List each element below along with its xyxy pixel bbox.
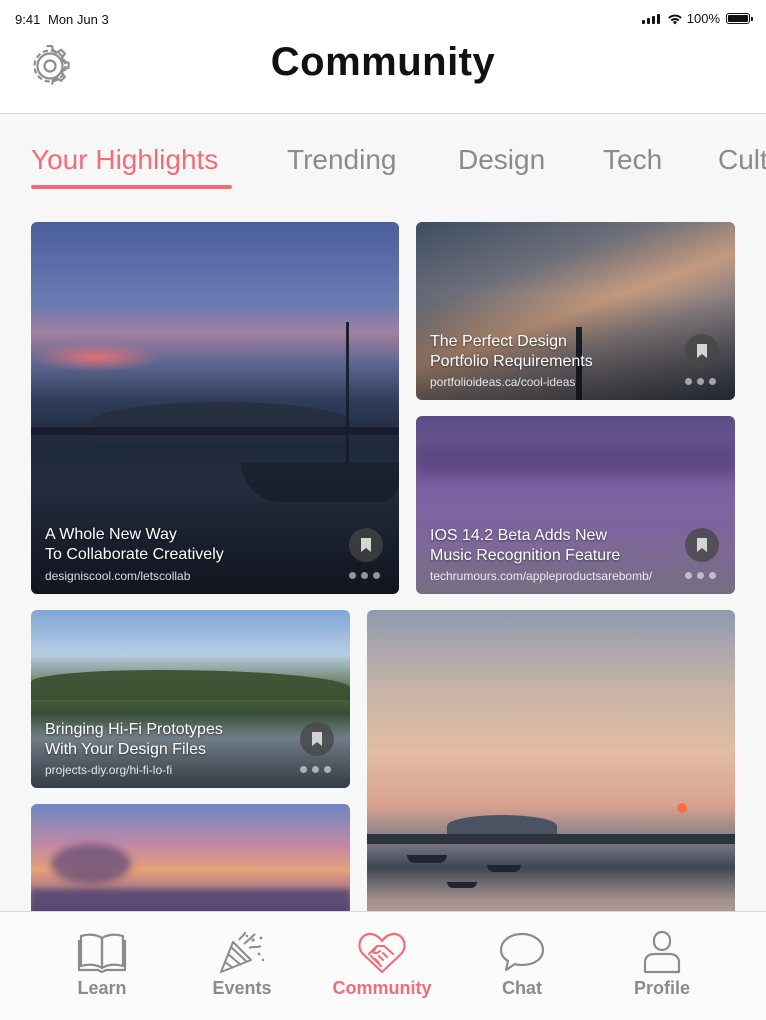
bookmark-button[interactable] (685, 334, 719, 368)
article-card[interactable] (31, 804, 350, 924)
more-options-button[interactable] (685, 572, 716, 579)
tabbar-label: Events (212, 978, 272, 998)
status-date: Mon Jun 3 (48, 12, 109, 27)
card-url: designiscool.com/letscollab (45, 569, 191, 583)
card-image-boat (447, 882, 477, 888)
battery-icon (726, 13, 753, 24)
signal-icon (641, 13, 660, 24)
card-title: With Your Design Files (45, 741, 206, 758)
wifi-icon (667, 14, 682, 24)
active-tab-indicator (31, 185, 232, 189)
tab-tech[interactable]: Tech (603, 144, 662, 176)
card-title: To Collaborate Creatively (45, 546, 224, 563)
chat-bubble-icon (499, 932, 545, 972)
card-title: The Perfect Design (430, 333, 567, 350)
card-title: A Whole New Way (45, 526, 177, 543)
tabbar-item-learn[interactable]: Learn (42, 930, 162, 999)
article-card[interactable]: A Whole New Way To Collaborate Creativel… (31, 222, 399, 594)
card-image-bridge (367, 834, 735, 844)
status-indicators: 100% (641, 11, 753, 26)
more-options-button[interactable] (300, 766, 331, 773)
card-url: projects-diy.org/hi-fi-lo-fi (45, 763, 173, 777)
article-card[interactable]: The Perfect Design Portfolio Requirement… (416, 222, 735, 400)
status-time: 9:41 (15, 12, 41, 27)
tabbar-label: Profile (633, 978, 690, 998)
person-icon (643, 930, 681, 974)
tab-design[interactable]: Design (458, 144, 545, 176)
handshake-heart-icon (358, 932, 406, 974)
card-url: techrumours.com/appleproductsarebomb/ (430, 569, 653, 583)
card-image-sun (677, 803, 687, 813)
card-image-cloud (416, 446, 735, 476)
tabbar-label: Community (332, 978, 432, 998)
article-card[interactable]: IOS 14.2 Beta Adds New Music Recognition… (416, 416, 735, 594)
card-title: Bringing Hi-Fi Prototypes (45, 721, 223, 738)
top-bar: 9:41 Mon Jun 3 100% Community (0, 0, 766, 114)
tabbar-item-events[interactable]: Events (182, 930, 302, 999)
tabbar-label: Chat (502, 978, 542, 998)
card-title: IOS 14.2 Beta Adds New (430, 527, 607, 544)
tabbar-item-chat[interactable]: Chat (462, 930, 582, 999)
card-title: Music Recognition Feature (430, 547, 621, 564)
tab-your-highlights[interactable]: Your Highlights (31, 144, 218, 176)
tab-cult[interactable]: Cult (718, 144, 766, 176)
bottom-tab-bar: Learn Events Community Chat Profile (0, 911, 766, 1020)
tabbar-item-profile[interactable]: Profile (602, 930, 722, 999)
bookmark-button[interactable] (685, 528, 719, 562)
more-options-button[interactable] (685, 378, 716, 385)
party-popper-icon (220, 931, 265, 973)
book-icon (77, 933, 127, 974)
bookmark-icon (361, 538, 371, 552)
card-image-cloud (51, 844, 131, 884)
tab-trending[interactable]: Trending (287, 144, 396, 176)
card-title: Portfolio Requirements (430, 353, 593, 370)
category-tabs: Your Highlights Trending Design Tech Cul… (0, 140, 766, 196)
bookmark-icon (312, 732, 322, 746)
bookmark-icon (697, 344, 707, 358)
bookmark-button[interactable] (300, 722, 334, 756)
more-options-button[interactable] (349, 572, 380, 579)
card-image-boat (407, 855, 447, 863)
tabbar-item-community[interactable]: Community (322, 930, 442, 999)
page-title: Community (270, 40, 496, 84)
card-url: portfolioideas.ca/cool-ideas (430, 375, 576, 389)
tabbar-label: Learn (77, 978, 127, 998)
battery-percent: 100% (686, 11, 720, 26)
bookmark-icon (697, 538, 707, 552)
article-card[interactable] (367, 610, 735, 924)
bookmark-button[interactable] (349, 528, 383, 562)
card-image-glow (31, 342, 161, 372)
article-card[interactable]: Bringing Hi-Fi Prototypes With Your Desi… (31, 610, 350, 788)
card-image-boat (487, 865, 521, 872)
